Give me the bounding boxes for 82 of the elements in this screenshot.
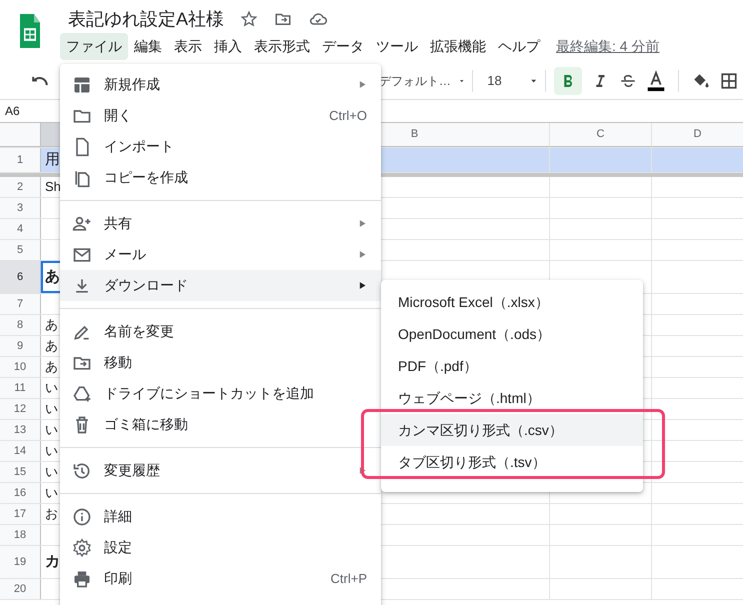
cell-text: あ xyxy=(45,358,58,376)
row-header[interactable]: 16 xyxy=(0,483,41,503)
row-header[interactable]: 20 xyxy=(0,579,41,599)
history-icon xyxy=(72,460,92,480)
row-header[interactable]: 18 xyxy=(0,525,41,545)
menu-item[interactable]: 共有 xyxy=(60,208,381,239)
new-file-icon xyxy=(72,74,92,94)
menu-bar-item[interactable]: ファイル xyxy=(60,33,128,60)
column-header[interactable]: D xyxy=(652,123,743,147)
info-icon xyxy=(72,506,92,526)
cell-text: い xyxy=(45,463,58,482)
menu-bar-item[interactable]: ヘルプ xyxy=(492,33,546,60)
cell-reference[interactable]: A6 xyxy=(5,104,20,118)
menu-item[interactable]: ゴミ箱に移動 xyxy=(60,409,381,440)
paint-bucket-icon xyxy=(692,72,710,90)
menu-item[interactable]: 移動 xyxy=(60,347,381,378)
menu-item[interactable]: 印刷 Ctrl+P xyxy=(60,563,381,594)
row-header[interactable]: 12 xyxy=(0,399,41,419)
column-header[interactable]: C xyxy=(550,123,652,147)
cell-text: い xyxy=(45,442,58,460)
row-header[interactable]: 10 xyxy=(0,357,41,377)
cell-text: あ xyxy=(45,337,58,356)
menu-item[interactable]: コピーを作成 xyxy=(60,162,381,193)
last-edit-link[interactable]: 最終編集: 4 分前 xyxy=(556,36,660,57)
row-header[interactable]: 2 xyxy=(0,177,41,197)
cell-text: い xyxy=(45,421,58,440)
menu-item[interactable]: 設定 xyxy=(60,532,381,563)
drive-add-icon xyxy=(72,384,92,404)
settings-icon xyxy=(72,538,92,558)
row-header[interactable]: 1 xyxy=(0,148,41,172)
document-title[interactable]: 表記ゆれ設定A社様 xyxy=(68,8,224,30)
menu-bar-item[interactable]: 表示 xyxy=(168,33,208,60)
row-header[interactable]: 11 xyxy=(0,378,41,398)
borders-icon xyxy=(720,72,738,90)
menu-item[interactable]: 詳細 xyxy=(60,501,381,532)
cell-text: あ xyxy=(45,266,60,287)
undo-icon xyxy=(32,76,48,86)
menu-item[interactable]: Microsoft Excel（.xlsx） xyxy=(381,286,643,318)
menu-item[interactable]: OpenDocument（.ods） xyxy=(381,318,643,350)
row-header[interactable]: 8 xyxy=(0,315,41,335)
cell-text: 用 xyxy=(45,150,60,170)
menu-item[interactable]: ドライブにショートカットを追加 xyxy=(60,378,381,409)
cell-text: お xyxy=(45,505,58,524)
row-header[interactable]: 13 xyxy=(0,420,41,440)
menu-item[interactable]: 名前を変更 xyxy=(60,316,381,347)
row-header[interactable]: 19 xyxy=(0,546,41,578)
row-header[interactable]: 15 xyxy=(0,462,41,482)
row-header[interactable]: 5 xyxy=(0,240,41,260)
cell-text: い xyxy=(45,379,58,398)
row-header[interactable]: 6 xyxy=(0,261,41,293)
cell-text: カ xyxy=(45,552,60,572)
menu-item[interactable]: タブ区切り形式（.tsv） xyxy=(381,446,643,478)
cell-text: あ xyxy=(45,316,58,334)
menu-item[interactable]: 変更履歴 xyxy=(60,455,381,486)
menu-item[interactable]: メール xyxy=(60,239,381,270)
menu-item[interactable]: 新規作成 xyxy=(60,69,381,100)
menu-item[interactable]: ウェブページ（.html） xyxy=(381,382,643,414)
row-header[interactable]: 9 xyxy=(0,336,41,356)
text-color-icon xyxy=(645,70,668,92)
cell-text: い xyxy=(45,484,58,502)
row-header[interactable]: 3 xyxy=(0,198,41,218)
star-icon[interactable] xyxy=(240,10,258,28)
bold-button[interactable] xyxy=(554,66,582,94)
menu-bar-item[interactable]: ツール xyxy=(370,33,424,60)
sheets-logo-icon[interactable] xyxy=(18,14,42,48)
menu-item[interactable]: ダウンロード xyxy=(60,270,381,301)
row-header[interactable]: 4 xyxy=(0,219,41,239)
menu-bar-item[interactable]: 表示形式 xyxy=(248,33,316,60)
font-dropdown[interactable]: デフォルト… xyxy=(378,66,464,94)
row-header[interactable]: 17 xyxy=(0,504,41,524)
menu-bar-item[interactable]: 挿入 xyxy=(208,33,248,60)
cell-text: い xyxy=(45,400,58,418)
row-header[interactable]: 7 xyxy=(0,294,41,314)
menu-item[interactable]: PDF（.pdf） xyxy=(381,350,643,382)
printer-icon xyxy=(72,568,92,588)
font-size-dropdown[interactable]: 18 xyxy=(481,66,538,94)
menu-bar-item[interactable]: データ xyxy=(316,33,370,60)
menu-bar-item[interactable]: 拡張機能 xyxy=(424,33,492,60)
menu-bar-item[interactable]: 編集 xyxy=(128,33,168,60)
row-header[interactable]: 14 xyxy=(0,441,41,461)
cell-text: Sh xyxy=(45,178,61,196)
menu-item[interactable]: カンマ区切り形式（.csv） xyxy=(381,414,643,446)
